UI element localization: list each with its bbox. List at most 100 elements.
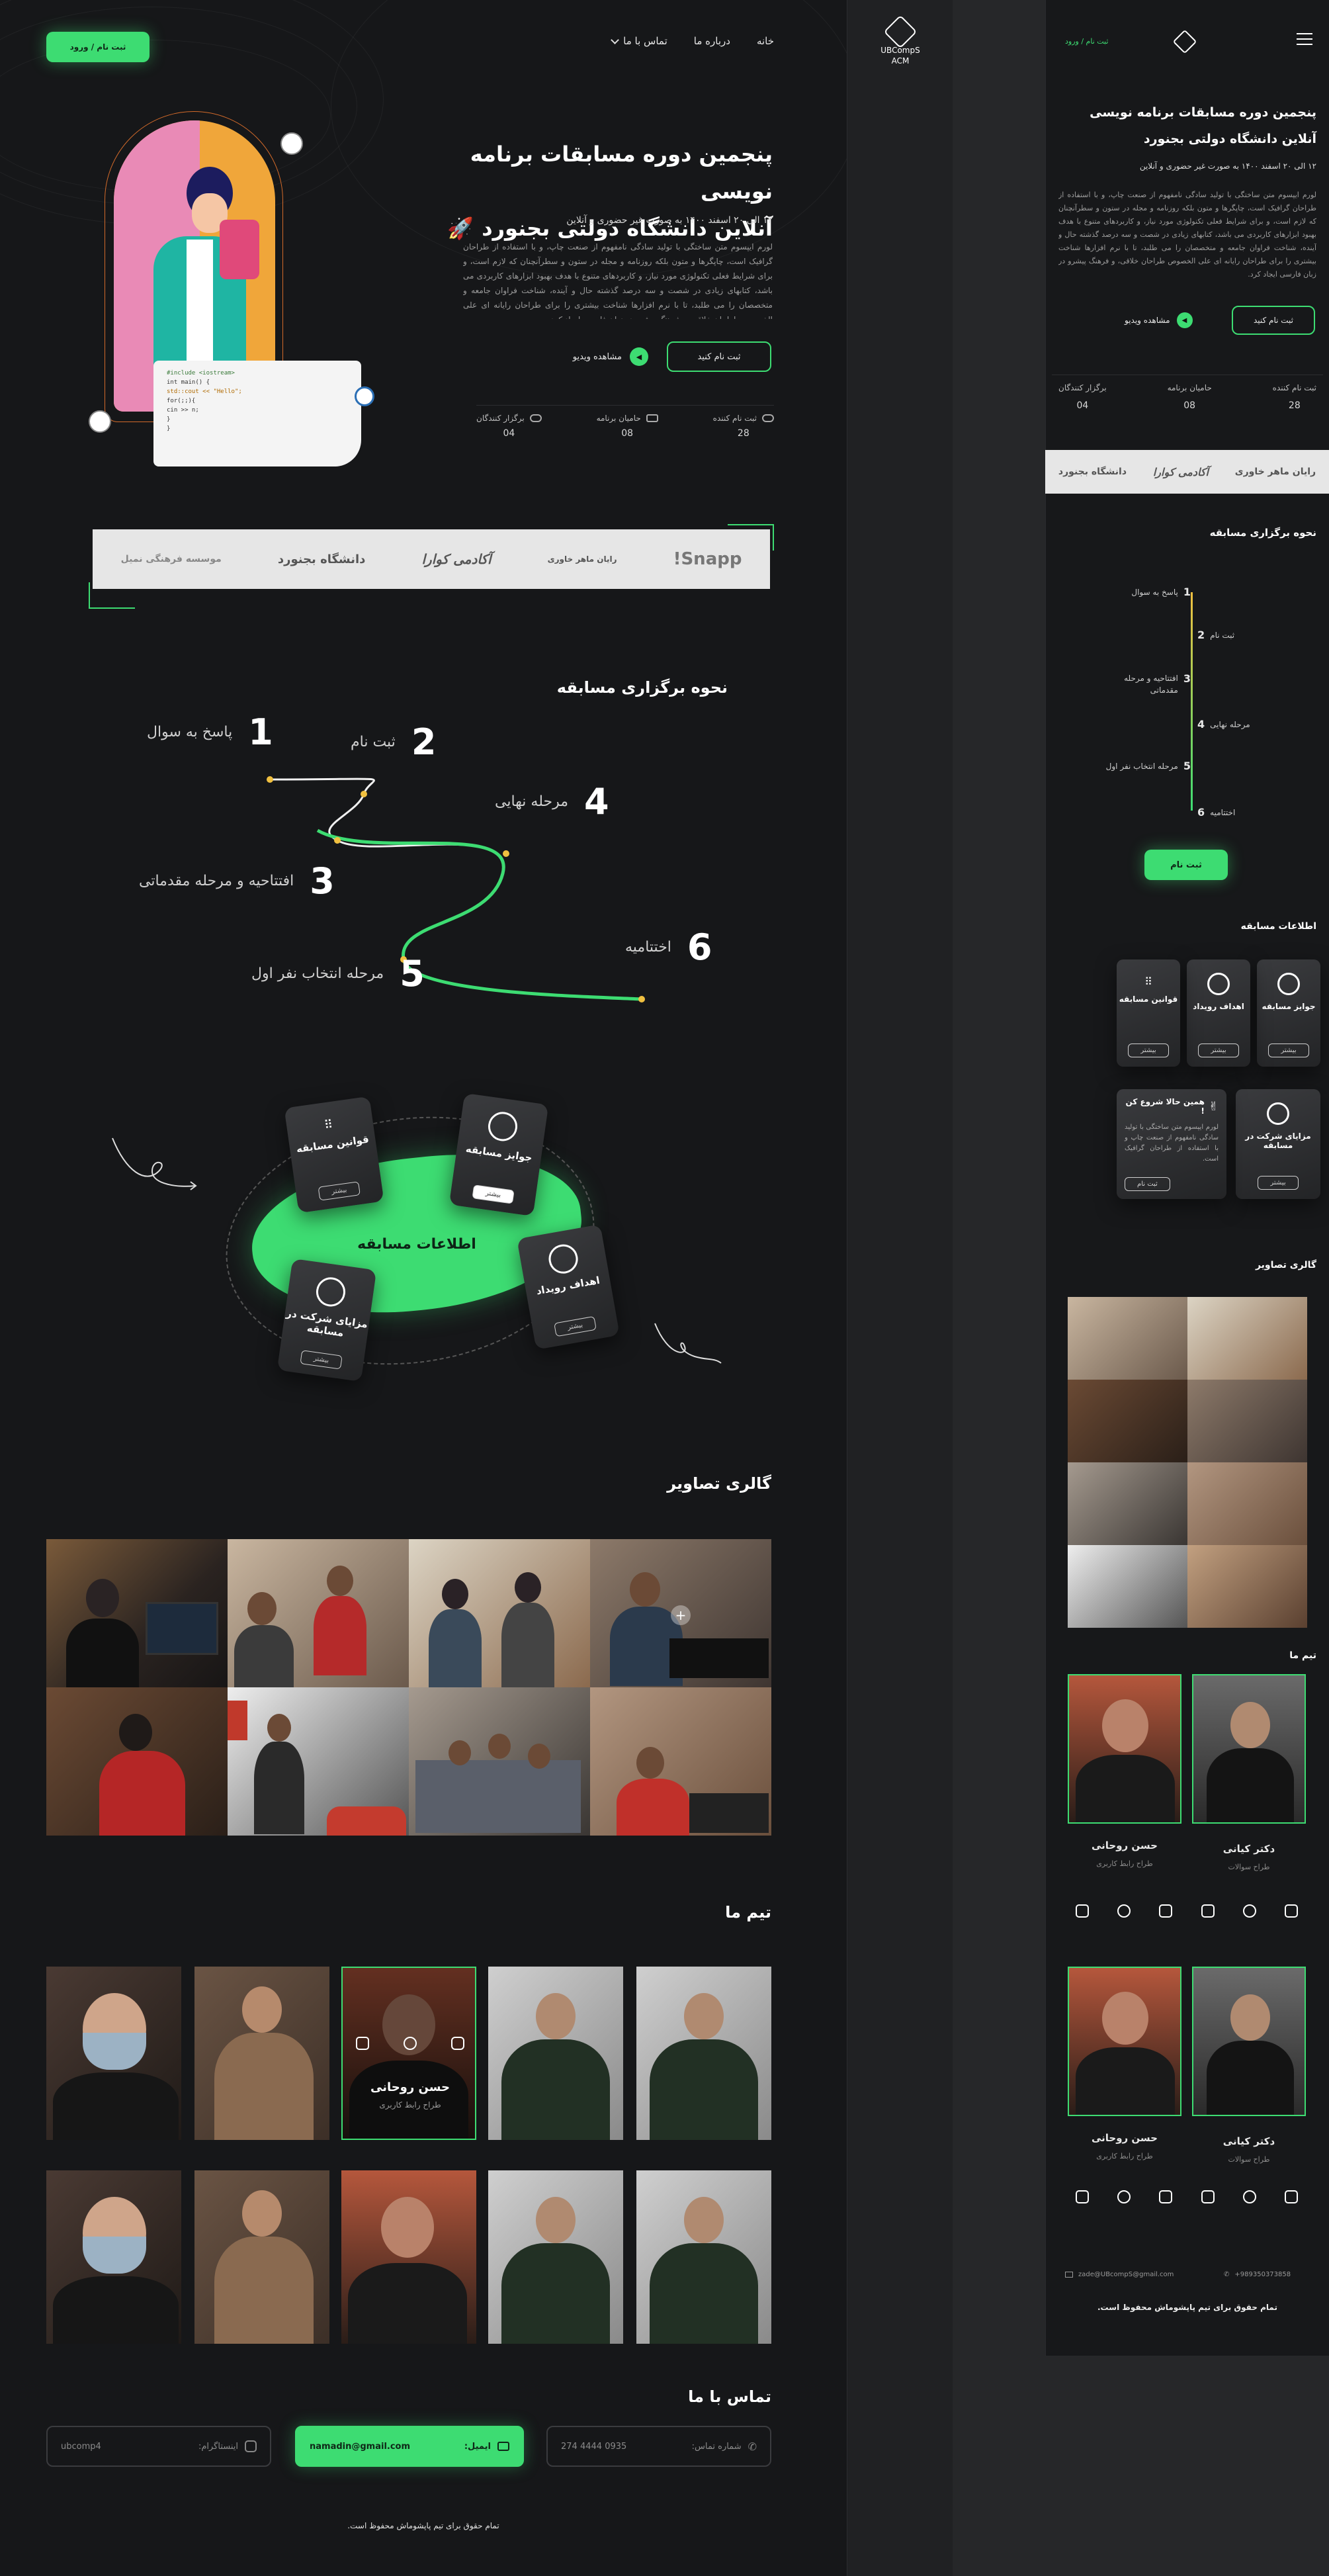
team-member-name: حسن روحانی xyxy=(1091,1840,1158,1851)
telegram-icon[interactable] xyxy=(1117,1904,1131,1918)
team-member-card[interactable] xyxy=(636,1967,771,2140)
linkedin-icon[interactable] xyxy=(1285,2190,1298,2203)
card-more-button[interactable]: بیشتر xyxy=(472,1184,515,1204)
mobile-team-member-card[interactable] xyxy=(1192,1967,1306,2116)
mobile-team-member-card[interactable] xyxy=(1068,1967,1181,2116)
email-value: namadin@gmail.com xyxy=(310,2441,411,2452)
gallery-photo[interactable] xyxy=(1187,1380,1307,1462)
login-register-button[interactable]: ثبت نام / ورود xyxy=(46,32,150,62)
sponsor-quera: آکادمی کوارا xyxy=(421,551,492,567)
gallery-photo[interactable] xyxy=(409,1539,590,1687)
card-more-button[interactable]: بیشتر xyxy=(1198,1044,1239,1057)
hero-title-line1: پنجمین دوره مسابقات برنامه نویسی xyxy=(1090,105,1316,120)
mobile-register-now-button[interactable]: ثبت نام کنید xyxy=(1232,306,1315,335)
gallery-photo[interactable] xyxy=(1068,1462,1187,1545)
gallery-photo[interactable]: + xyxy=(590,1539,771,1687)
sponsor-quera: آکادمی کوارا xyxy=(1152,465,1209,478)
step-number: 2 xyxy=(411,721,437,763)
mobile-login-link[interactable]: ثبت نام / ورود xyxy=(1065,37,1108,46)
card-more-button[interactable]: بیشتر xyxy=(318,1181,361,1201)
card-more-button[interactable]: بیشتر xyxy=(300,1350,343,1370)
gallery-photo[interactable] xyxy=(1068,1545,1187,1628)
gallery-photo[interactable] xyxy=(590,1687,771,1836)
steps-title: نحوه برگزاری مسابقه xyxy=(556,678,728,697)
gallery-grid: + xyxy=(46,1539,771,1836)
card-more-button[interactable]: بیشتر xyxy=(1258,1176,1299,1190)
nav-about[interactable]: درباره ما xyxy=(694,35,730,47)
mobile-gallery-grid xyxy=(1068,1297,1307,1628)
mobile-team-member-card[interactable] xyxy=(1068,1674,1181,1824)
gallery-photo[interactable] xyxy=(1187,1297,1307,1380)
mobile-register-button[interactable]: ثبت نام xyxy=(1144,850,1228,880)
play-icon: ◀ xyxy=(630,347,648,366)
team-member-card[interactable] xyxy=(488,1967,623,2140)
stat-organizers: برگزار کنندگان 04 xyxy=(476,414,542,443)
instagram-icon[interactable] xyxy=(451,2037,464,2050)
telegram-icon[interactable] xyxy=(1243,1904,1256,1918)
team-member-card[interactable] xyxy=(194,1967,329,2140)
sponsor-bojnord-university: دانشگاه بجنورد xyxy=(277,552,366,566)
mobile-phone-contact[interactable]: ✆ +989350373858 xyxy=(1224,2271,1291,2278)
card-more-button[interactable]: بیشتر xyxy=(1268,1044,1309,1057)
team-member-card[interactable] xyxy=(636,2170,771,2344)
step-number: 1 xyxy=(248,711,273,753)
instagram-icon[interactable] xyxy=(1201,2190,1215,2203)
start-card-button[interactable]: ثبت نام xyxy=(1125,1177,1170,1191)
gallery-photo[interactable] xyxy=(1068,1380,1187,1462)
gallery-photo[interactable] xyxy=(1187,1462,1307,1545)
mobile-team-member-card[interactable] xyxy=(1192,1674,1306,1824)
team-member-role: طراح سوالات xyxy=(1228,2155,1270,2164)
menu-icon[interactable] xyxy=(1297,33,1312,45)
linkedin-icon[interactable] xyxy=(1159,2190,1172,2203)
team-member-card[interactable] xyxy=(46,2170,181,2344)
instagram-contact[interactable]: اینستاگرام: ubcomp4 xyxy=(46,2426,271,2467)
card-more-button[interactable]: بیشتر xyxy=(1128,1044,1169,1057)
linkedin-icon[interactable] xyxy=(356,2037,369,2050)
step-2: 2 ثبت نام xyxy=(351,721,436,763)
gallery-photo[interactable] xyxy=(46,1539,228,1687)
gallery-photo[interactable] xyxy=(228,1539,409,1687)
gallery-photo[interactable] xyxy=(228,1687,409,1836)
watch-video-button[interactable]: ◀ مشاهده ویدیو xyxy=(549,347,648,367)
phone-contact[interactable]: ✆ شماره تماس: 0935 4444 274 xyxy=(546,2426,771,2467)
nav-contact[interactable]: تماس با ما xyxy=(611,35,667,47)
users-icon xyxy=(762,414,774,422)
gallery-photo[interactable] xyxy=(46,1687,228,1836)
nav-home[interactable]: خانه xyxy=(757,35,774,47)
telegram-icon[interactable] xyxy=(1117,2190,1131,2203)
instagram-icon[interactable] xyxy=(1201,1904,1215,1918)
sponsor-namil: موسسه فرهنگی نمیل xyxy=(120,554,222,564)
social-links xyxy=(1201,1904,1298,1918)
step-label: مرحله نهایی xyxy=(495,793,569,810)
instagram-icon[interactable] xyxy=(1076,2190,1089,2203)
phone-icon: ✆ xyxy=(1224,2271,1230,2278)
telegram-icon[interactable] xyxy=(1243,2190,1256,2203)
team-member-card[interactable] xyxy=(341,2170,476,2344)
step-label: مرحله انتخاب نفر اول xyxy=(1105,761,1178,771)
desktop-page: ثبت نام / ورود خانه درباره ما تماس با ما… xyxy=(0,0,847,2576)
step-label: مرحله انتخاب نفر اول xyxy=(251,965,384,982)
gallery-photo[interactable] xyxy=(409,1687,590,1836)
stat-registered: ثبت نام کننده 28 xyxy=(713,414,774,443)
email-contact[interactable]: ایمیل: namadin@gmail.com xyxy=(295,2426,524,2467)
linkedin-icon[interactable] xyxy=(1285,1904,1298,1918)
team-member-card[interactable] xyxy=(194,2170,329,2344)
social-links xyxy=(356,2037,464,2050)
gallery-photo[interactable] xyxy=(1068,1297,1187,1380)
hero-title: پنجمین دوره مسابقات برنامه نویسی آنلاین … xyxy=(423,136,773,247)
telegram-icon[interactable] xyxy=(404,2037,417,2050)
mobile-email-contact[interactable]: zade@UBcompS@gmail.com xyxy=(1065,2271,1174,2278)
team-member-card-active[interactable]: حسن روحانی طراح رابط کاربری xyxy=(341,1967,476,2140)
team-member-card[interactable] xyxy=(488,2170,623,2344)
step-number: 4 xyxy=(1197,718,1205,731)
watch-video-label: مشاهده ویدیو xyxy=(1125,316,1170,325)
hero-title-line2: آنلاین دانشگاه دولتی بجنورد xyxy=(1143,132,1316,146)
mobile-step-6: 6 اختتامیه xyxy=(1197,806,1235,819)
register-now-button[interactable]: ثبت نام کنید xyxy=(667,341,771,372)
mobile-watch-video-button[interactable]: ◀ مشاهده ویدیو xyxy=(1125,312,1193,328)
gallery-photo[interactable] xyxy=(1187,1545,1307,1628)
linkedin-icon[interactable] xyxy=(1159,1904,1172,1918)
instagram-icon[interactable] xyxy=(1076,1904,1089,1918)
card-more-button[interactable]: بیشتر xyxy=(554,1315,597,1337)
team-member-card[interactable] xyxy=(46,1967,181,2140)
